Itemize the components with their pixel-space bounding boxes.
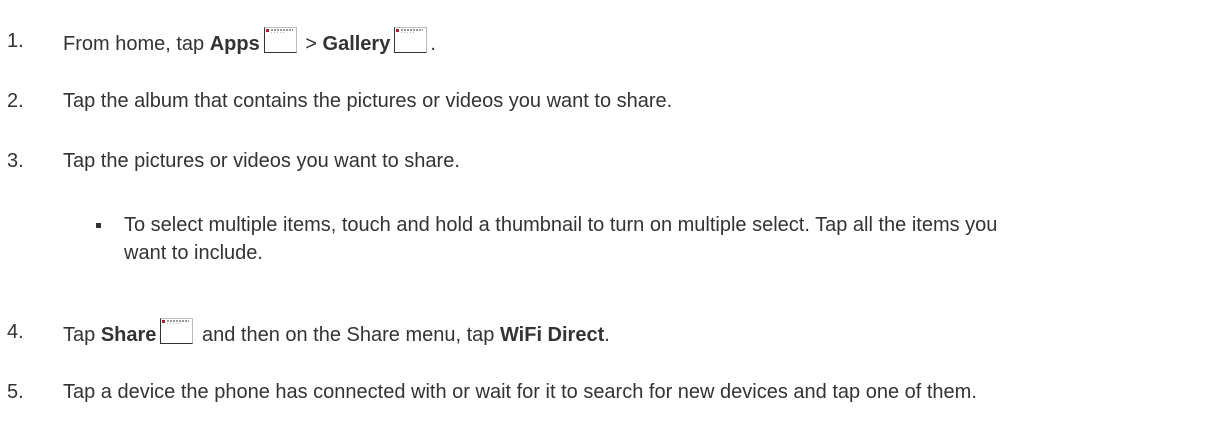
step-text: Tap a device the phone has connected wit… <box>63 381 977 403</box>
step-number: 3. <box>7 150 24 172</box>
gallery-icon <box>394 27 428 53</box>
wifi-direct-label: WiFi Direct <box>499 324 605 346</box>
step-text: From home, tap Apps > Gallery. <box>63 27 1155 58</box>
bullet-marker <box>96 223 101 228</box>
step-text: Tap the album that contains the pictures… <box>63 90 673 112</box>
step-text: Tap the pictures or videos you want to s… <box>63 150 460 172</box>
apps-icon <box>263 27 297 53</box>
step-number: 5. <box>7 381 24 403</box>
step-text: Tap Share and then on the Share menu, ta… <box>63 318 1155 349</box>
step-number: 2. <box>7 90 24 112</box>
step-number: 1. <box>7 30 24 52</box>
share-icon <box>160 318 194 344</box>
apps-label: Apps <box>209 33 260 55</box>
share-label: Share <box>100 324 157 346</box>
sub-bullet-text: To select multiple items, touch and hold… <box>124 214 998 264</box>
step-number: 4. <box>7 321 24 343</box>
gallery-label: Gallery <box>322 33 391 55</box>
